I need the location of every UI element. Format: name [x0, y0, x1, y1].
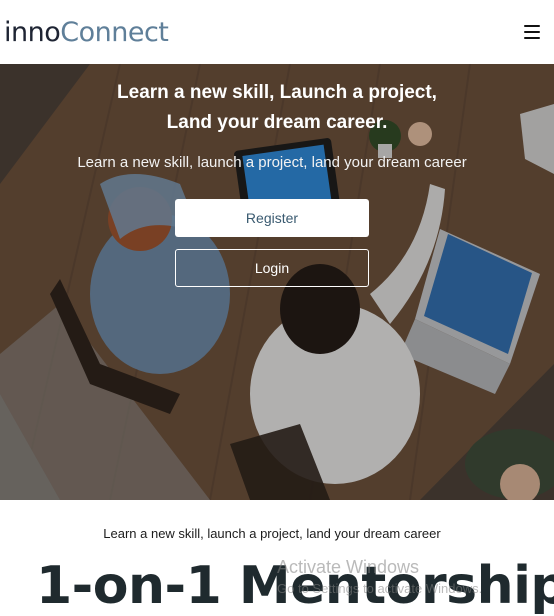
login-button[interactable]: Login [175, 249, 369, 287]
logo-text-inno: inno [4, 16, 61, 48]
site-header: inno Connect [0, 0, 554, 64]
register-button[interactable]: Register [175, 199, 369, 237]
watermark-line2: Go to Settings to activate Windows. [277, 581, 483, 596]
windows-activation-watermark: Activate Windows Go to Settings to activ… [277, 556, 482, 600]
hero-section: Learn a new skill, Launch a project, Lan… [0, 64, 554, 500]
watermark-line1: Activate Windows [277, 557, 420, 577]
hero-headline: Learn a new skill, Launch a project, Lan… [0, 78, 554, 138]
logo-text-connect: Connect [60, 16, 169, 48]
brand-logo[interactable]: inno Connect [4, 16, 169, 48]
hero-headline-line1: Learn a new skill, Launch a project, [117, 82, 437, 103]
hero-subtitle: Learn a new skill, launch a project, lan… [77, 154, 467, 171]
hero-headline-line2: Land your dream career. [166, 112, 388, 133]
hamburger-menu-icon[interactable] [524, 25, 540, 39]
section-tagline: Learn a new skill, launch a project, lan… [103, 526, 441, 541]
page: inno Connect Learn a new skill, Launch a… [0, 0, 554, 616]
